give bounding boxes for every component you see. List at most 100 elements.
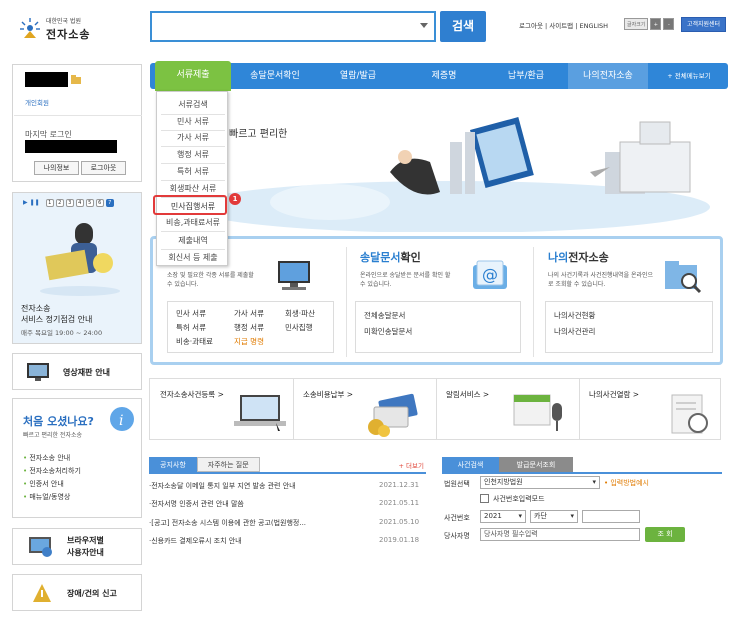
hero-area [150,92,724,233]
nav-item-submit[interactable]: 서류제출 [155,61,231,91]
tab-issued-documents[interactable]: 발급문서조회 [499,457,573,472]
panel-link[interactable]: 나의사건관리 [554,326,595,337]
dropdown-item[interactable]: 가사 서류 [157,132,229,143]
notice-date: 2021.12.31 [379,481,420,489]
site-logo[interactable]: 대한민국 법원 전자소송 [18,14,128,44]
panel-link[interactable]: 가사 서류 [234,308,264,319]
chevron-down-icon: ▾ [570,512,574,520]
case-number-input[interactable] [582,510,640,523]
report-button[interactable]: 장애/건의 신고 [12,574,142,611]
font-size-label: 글자크기 [624,18,649,30]
chevron-down-icon[interactable] [420,23,428,28]
chevron-down-icon: ▾ [518,512,522,520]
quick-service-link[interactable]: 나의사건열람 > [589,389,639,400]
nav-item-payment[interactable]: 납부/환급 [486,63,566,89]
search-button[interactable]: 검색 [440,11,486,42]
banner-page[interactable]: 7 [105,199,114,207]
notice-more-link[interactable]: + 더보기 [399,460,424,470]
video-trial-label: 영상재판 안내 [63,368,110,377]
tab-notice[interactable]: 공지사항 [149,457,197,472]
laptop-icon [234,395,286,431]
nav-item-certificate[interactable]: 제증명 [406,63,482,89]
party-name-input[interactable]: 당사자명 필수입력 [480,528,640,541]
dropdown-item[interactable]: 민사 서류 [157,116,229,127]
panel-link[interactable]: 지급 명령 [234,336,264,347]
dropdown-item[interactable]: 행정 서류 [157,149,229,160]
panel-link[interactable]: 미확인송달문서 [364,326,412,337]
dropdown-item[interactable]: 서류검색 [157,99,229,110]
info-bubble-icon: i [110,407,134,431]
font-minus-button[interactable]: - [663,18,675,30]
browser-guide-line1: 브라우저별 [67,536,104,545]
panel-link[interactable]: 회생·파산 [285,308,315,319]
panel-link[interactable]: 민사 서류 [176,308,206,319]
all-menu-link[interactable]: + 전체메뉴보기 [650,63,728,89]
dropdown-highlight [153,195,227,215]
customer-center-button[interactable]: 고객지원센터 [681,17,726,32]
banner-pager: ▶ ❚❚ 1 2 3 4 5 6 7 [23,199,114,207]
tab-case-search[interactable]: 사건검색 [442,457,499,472]
panel-link[interactable]: 특허 서류 [176,322,206,333]
folder-search-icon [665,261,702,294]
banner-page[interactable]: 1 [45,199,54,207]
first-visit-subtitle: 빠르고 편리한 전자소송 [23,432,83,439]
logout-button[interactable]: 로그아웃 [81,161,126,175]
my-info-button[interactable]: 나의정보 [34,161,79,175]
play-icon[interactable]: ▶ [23,199,28,207]
first-visit-link[interactable]: • 매뉴얼/동영상 [23,491,81,504]
pause-icon[interactable]: ❚❚ [30,199,40,207]
maintenance-banner[interactable]: ▶ ❚❚ 1 2 3 4 5 6 7 전자소송 서비스 정기점검 안내 매주 목… [12,192,142,344]
notice-item[interactable]: ·[공고] 전자소송 시스템 이용에 관한 공고(법원행정... [149,518,375,528]
panel-title-delivery[interactable]: 송달문서확인 [360,249,421,265]
nav-item-delivery[interactable]: 송달문서확인 [234,63,316,89]
divider [161,114,225,115]
notice-item[interactable]: ·전자소송달 이메일 통지 일부 지연 발송 관련 안내 [149,481,375,491]
dropdown-item[interactable]: 회신서 등 제출 [157,252,229,263]
notice-list: ·전자소송달 이메일 통지 일부 지연 발송 관련 안내 2021.12.31 … [149,474,426,564]
dropdown-item[interactable]: 회생파산 서류 [157,183,229,194]
notice-item[interactable]: ·전자서명 인증서 관련 안내 말씀 [149,499,375,509]
redacted-last-login [25,140,117,153]
nav-item-view-issue[interactable]: 열람/발급 [320,63,396,89]
nav-item-my-case[interactable]: 나의전자소송 [568,63,648,89]
dropdown-item[interactable]: 특허 서류 [157,166,229,177]
case-search-button[interactable]: 조 회 [645,527,685,542]
browser-icon [29,537,52,557]
panel-link[interactable]: 나의사건현황 [554,310,595,321]
banner-page[interactable]: 4 [75,199,84,207]
first-visit-box: 처음 오셨나요? 빠르고 편리한 전자소송 i • 전자소송 안내 • 전자소송… [12,398,142,518]
panel-link[interactable]: 비송·과태료 [176,336,213,347]
banner-title: 전자소송 [21,304,51,313]
court-select[interactable]: 인천지방법원 ▾ [480,476,600,489]
first-visit-link[interactable]: • 인증서 안내 [23,478,81,491]
case-number-mode-label: 사건번호입력모드 [493,495,545,503]
banner-page[interactable]: 2 [55,199,64,207]
first-visit-link[interactable]: • 전자소송처리하기 [23,465,81,478]
notice-item[interactable]: ·신용카드 결제오류시 조치 안내 [149,536,375,546]
font-plus-button[interactable]: + [650,18,662,30]
banner-page[interactable]: 6 [95,199,104,207]
panel-links-box: 전체송달문서 미확인송달문서 [355,301,521,353]
first-visit-link[interactable]: • 전자소송 안내 [23,452,81,465]
dropdown-item[interactable]: 비송,과태료서류 [157,217,229,228]
banner-page[interactable]: 3 [65,199,74,207]
quick-service-link[interactable]: 알림서비스 > [446,389,489,400]
panel-link[interactable]: 전체송달문서 [364,310,405,321]
case-kind-select[interactable]: 카단 ▾ [530,510,578,523]
last-login-label: 마지막 로그인 [25,130,72,139]
quick-service-link[interactable]: 소송비용납부 > [303,389,353,400]
search-input[interactable] [150,11,436,42]
panel-link[interactable]: 행정 서류 [234,322,264,333]
panel-link[interactable]: 민사집행 [285,322,313,333]
browser-guide-button[interactable]: 브라우저별 사용자안내 [12,528,142,565]
tab-faq[interactable]: 자주하는 질문 [196,457,260,472]
quick-service-link[interactable]: 전자소송사건등록 > [160,389,224,400]
banner-page[interactable]: 5 [85,199,94,207]
panel-title-my-case[interactable]: 나의전자소송 [548,249,609,265]
utility-links[interactable]: 로그아웃 | 사이트맵 | ENGLISH [519,20,608,30]
year-select[interactable]: 2021 ▾ [480,510,526,523]
dropdown-item[interactable]: 제출내역 [157,235,229,246]
case-number-mode-checkbox[interactable] [480,494,489,503]
input-help-link[interactable]: • 입력방법예시 [604,478,649,488]
video-trial-button[interactable]: 영상재판 안내 [12,353,142,390]
